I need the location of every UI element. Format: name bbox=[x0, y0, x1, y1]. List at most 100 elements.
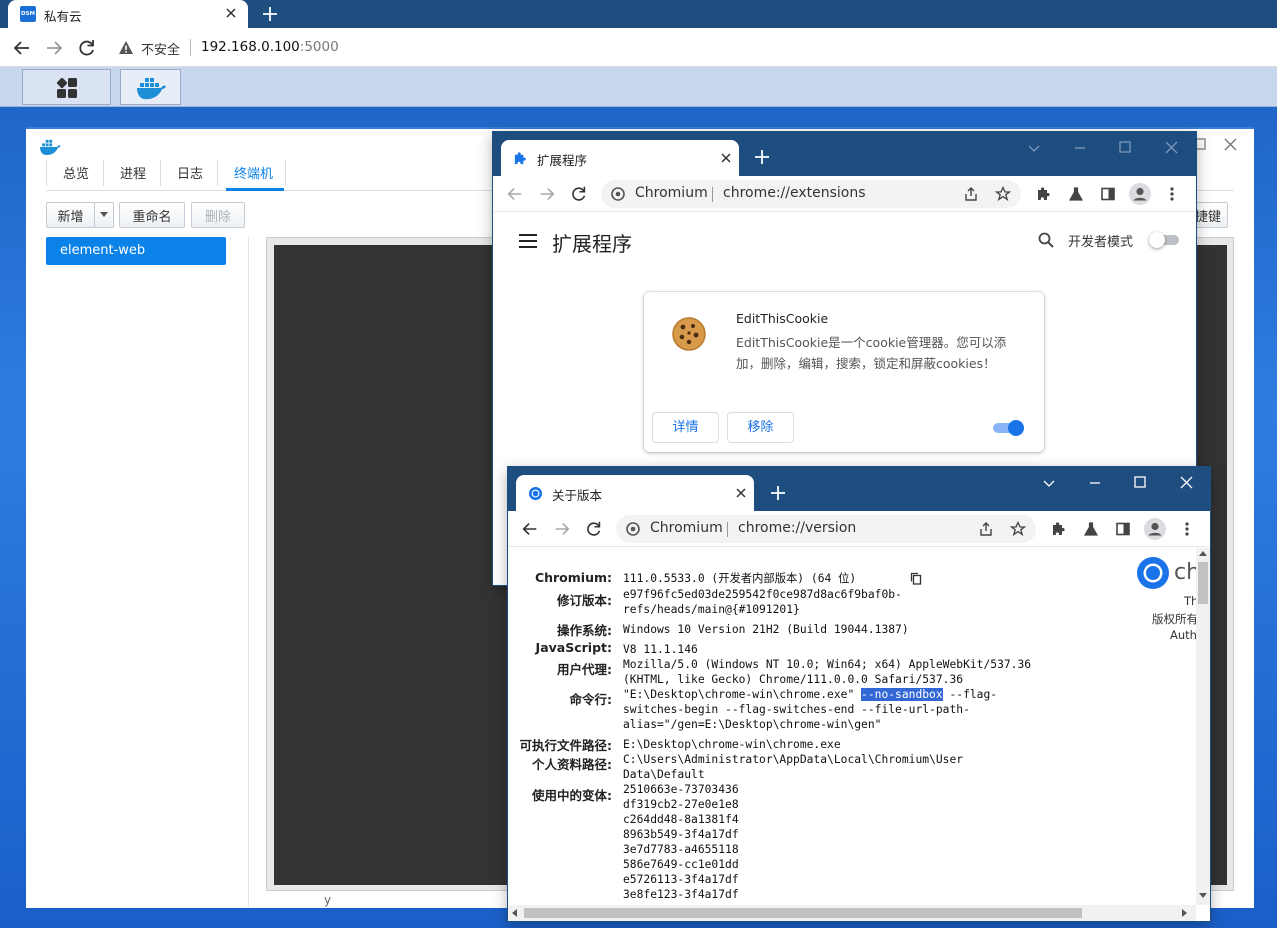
omnibox-url: chrome://extensions bbox=[723, 185, 866, 201]
tab-logs[interactable]: 日志 bbox=[177, 163, 203, 182]
horizontal-scroll-thumb[interactable] bbox=[524, 908, 1082, 918]
warning-icon[interactable] bbox=[118, 40, 134, 56]
omnibox[interactable]: Chromium chrome://extensions bbox=[601, 180, 1021, 208]
labs-icon[interactable] bbox=[1083, 521, 1099, 537]
close-icon[interactable] bbox=[1224, 138, 1237, 151]
revision-value-line1[interactable]: e97f96fc5ed03de259542f0ce987d8ac6f9baf0b… bbox=[623, 587, 902, 602]
reload-icon[interactable] bbox=[77, 38, 97, 58]
bottom-partial-text: y bbox=[324, 893, 332, 907]
forward-icon[interactable] bbox=[44, 38, 64, 58]
add-dropdown-button[interactable] bbox=[94, 202, 114, 228]
docker-icon bbox=[38, 137, 62, 157]
share-icon[interactable] bbox=[978, 521, 994, 537]
scroll-right-icon[interactable] bbox=[1182, 909, 1188, 917]
omnibox[interactable]: Chromium chrome://version bbox=[616, 515, 1036, 543]
reload-icon[interactable] bbox=[585, 520, 603, 538]
minimize-window-icon[interactable] bbox=[1073, 142, 1087, 154]
toggle-knob bbox=[1149, 232, 1165, 248]
user-agent-line1[interactable]: Mozilla/5.0 (Windows NT 10.0; Win64; x64… bbox=[623, 657, 1031, 672]
user-agent-line2[interactable]: (KHTML, like Gecko) Chrome/111.0.0.0 Saf… bbox=[623, 672, 963, 687]
vertical-scrollbar[interactable] bbox=[1196, 548, 1210, 905]
details-button[interactable]: 详情 bbox=[652, 412, 719, 443]
share-icon[interactable] bbox=[963, 186, 979, 202]
dev-mode-toggle[interactable] bbox=[1149, 232, 1179, 248]
outer-tab[interactable]: DSM 私有云 bbox=[8, 0, 248, 28]
close-window-icon[interactable] bbox=[1180, 476, 1193, 489]
minimize-icon[interactable] bbox=[1027, 142, 1041, 154]
remove-button[interactable]: 移除 bbox=[727, 412, 794, 443]
horizontal-scrollbar[interactable] bbox=[508, 905, 1196, 921]
command-line-line3[interactable]: alias="/gen=E:\Desktop\chrome-win\gen" bbox=[623, 717, 881, 732]
scroll-up-icon[interactable] bbox=[1199, 551, 1207, 557]
side-panel-icon[interactable] bbox=[1115, 521, 1131, 537]
active-tab-indicator bbox=[226, 188, 284, 191]
vertical-scroll-thumb[interactable] bbox=[1198, 562, 1208, 604]
close-icon[interactable] bbox=[224, 6, 238, 20]
close-icon[interactable] bbox=[719, 151, 733, 165]
copy-icon[interactable] bbox=[910, 572, 922, 585]
user-agent-label: 用户代理: bbox=[557, 662, 612, 677]
main-menu-button[interactable] bbox=[22, 69, 111, 105]
container-list-item[interactable]: element-web bbox=[46, 237, 226, 265]
new-tab-icon[interactable] bbox=[754, 149, 770, 165]
close-icon[interactable] bbox=[734, 486, 748, 500]
back-icon[interactable] bbox=[12, 38, 32, 58]
chromium-value[interactable]: 111.0.5533.0 (开发者内部版本) (64 位) bbox=[623, 571, 856, 586]
outer-url[interactable]: 192.168.0.100:5000 bbox=[201, 39, 339, 55]
command-line-line1[interactable]: "E:\Desktop\chrome-win\chrome.exe" --no-… bbox=[623, 687, 997, 702]
security-label[interactable]: 不安全 bbox=[141, 39, 180, 58]
scroll-left-icon[interactable] bbox=[512, 909, 518, 917]
side-text-line3: Auth bbox=[1170, 628, 1196, 642]
add-button[interactable]: 新增 bbox=[46, 202, 95, 228]
forward-icon[interactable] bbox=[538, 185, 556, 203]
tab-overview[interactable]: 总览 bbox=[63, 163, 89, 182]
maximize-icon[interactable] bbox=[1119, 141, 1131, 153]
maximize-icon[interactable] bbox=[1134, 476, 1146, 488]
variation-item: 3e8fe123-3f4a17df bbox=[623, 888, 739, 901]
menu-icon[interactable] bbox=[1184, 521, 1190, 537]
new-tab-icon[interactable] bbox=[261, 5, 279, 23]
menu-icon[interactable] bbox=[1169, 186, 1175, 202]
delete-button[interactable]: 删除 bbox=[191, 202, 245, 228]
back-icon[interactable] bbox=[506, 185, 524, 203]
tab-terminal[interactable]: 终端机 bbox=[234, 163, 273, 182]
forward-icon[interactable] bbox=[553, 520, 571, 538]
back-icon[interactable] bbox=[521, 520, 539, 538]
scroll-down-icon[interactable] bbox=[1199, 893, 1207, 899]
executable-path-value[interactable]: E:\Desktop\chrome-win\chrome.exe bbox=[623, 737, 841, 752]
version-tab[interactable]: 关于版本 bbox=[516, 475, 754, 511]
star-icon[interactable] bbox=[1010, 521, 1026, 537]
extension-toggle[interactable] bbox=[993, 420, 1025, 436]
extensions-tab[interactable]: 扩展程序 bbox=[501, 140, 739, 176]
side-panel-icon[interactable] bbox=[1100, 186, 1116, 202]
profile-path-line1[interactable]: C:\Users\Administrator\AppData\Local\Chr… bbox=[623, 752, 963, 767]
reload-icon[interactable] bbox=[570, 185, 588, 203]
version-window: 关于版本 Chromium chrome://version Chromium:… bbox=[508, 467, 1210, 921]
rename-button[interactable]: 重命名 bbox=[119, 202, 185, 228]
hamburger-icon[interactable] bbox=[519, 234, 537, 248]
star-icon[interactable] bbox=[995, 186, 1011, 202]
extensions-icon[interactable] bbox=[1036, 186, 1052, 202]
profile-icon[interactable] bbox=[1129, 183, 1151, 205]
tab-processes[interactable]: 进程 bbox=[120, 163, 146, 182]
tab-search-icon[interactable] bbox=[1042, 477, 1056, 489]
minimize-window-icon[interactable] bbox=[1088, 477, 1102, 489]
new-tab-icon[interactable] bbox=[770, 485, 786, 501]
close-window-icon[interactable] bbox=[1165, 141, 1178, 154]
left-panel-divider bbox=[248, 237, 249, 907]
revision-value-line2[interactable]: refs/heads/main@{#1091201} bbox=[623, 602, 800, 617]
command-line-line2[interactable]: switches-begin --flag-switches-end --fil… bbox=[623, 702, 970, 717]
tab-separator bbox=[46, 160, 47, 186]
labs-icon[interactable] bbox=[1068, 186, 1084, 202]
javascript-value[interactable]: V8 11.1.146 bbox=[623, 642, 698, 657]
profile-icon[interactable] bbox=[1144, 518, 1166, 540]
docker-taskbar-button[interactable] bbox=[120, 69, 181, 105]
variation-item: df319cb2-27e0e1e8 bbox=[623, 798, 739, 811]
search-icon[interactable] bbox=[1038, 232, 1054, 248]
extensions-icon[interactable] bbox=[1051, 521, 1067, 537]
variations-label: 使用中的变体: bbox=[532, 788, 612, 803]
chromium-label: Chromium: bbox=[534, 570, 612, 585]
variations-list[interactable]: 2510663e-73703436 df319cb2-27e0e1e8 c264… bbox=[623, 782, 739, 902]
os-value[interactable]: Windows 10 Version 21H2 (Build 19044.138… bbox=[623, 622, 909, 637]
profile-path-line2[interactable]: Data\Default bbox=[623, 767, 705, 782]
